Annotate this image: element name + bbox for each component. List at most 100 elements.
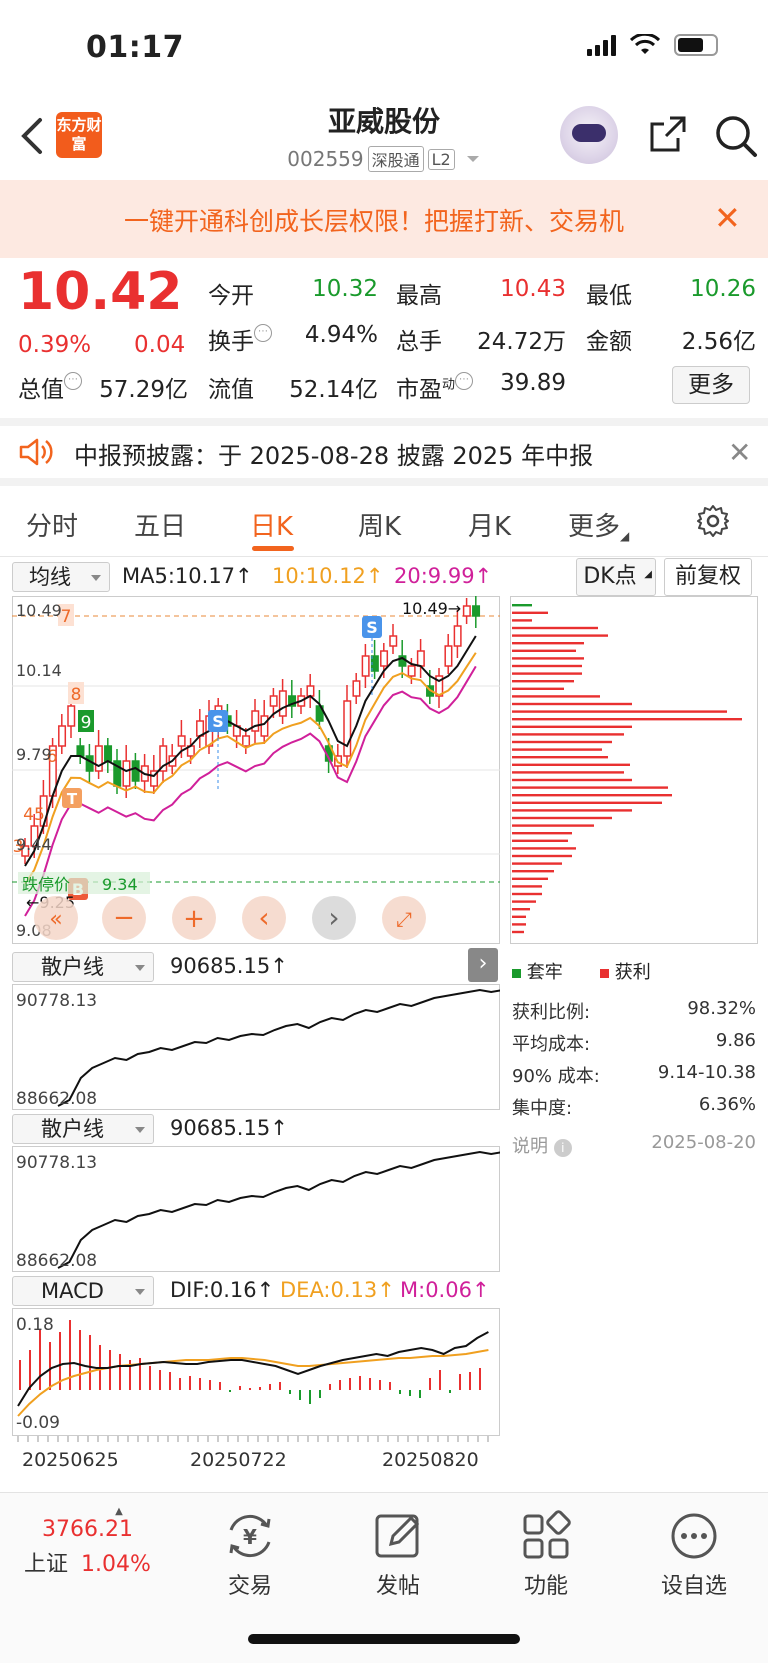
search-icon[interactable]: [714, 114, 758, 158]
info-icon[interactable]: ⋯: [455, 372, 474, 390]
nav-functions[interactable]: 功能: [496, 1510, 596, 1600]
stat-value: 6.36%: [698, 1094, 756, 1115]
chip-bar: [512, 634, 608, 637]
chip-bar: [512, 710, 727, 713]
nav-trade[interactable]: ¥ 交易: [200, 1510, 300, 1600]
info-icon[interactable]: ⋯: [254, 324, 272, 342]
chip-bar: [512, 642, 584, 645]
assistant-avatar[interactable]: [560, 106, 618, 164]
macd-dea: DEA:0.13↑: [280, 1278, 395, 1302]
chip-bar: [512, 900, 536, 903]
candle-body: [416, 650, 425, 667]
sell-signal-text: S: [212, 712, 224, 731]
value-float-cap: 52.14亿: [289, 377, 378, 403]
stat-value: 98.32%: [687, 998, 756, 1019]
tab-more[interactable]: 更多◢: [568, 506, 629, 543]
label-volume: 总手: [396, 329, 442, 355]
chip-legend-loss: 套牢: [512, 958, 563, 984]
indicator-dropdown-retail-1[interactable]: 散户线: [12, 952, 154, 982]
chip-bar: [512, 892, 542, 896]
chip-bar: [512, 763, 630, 766]
chip-bar: [512, 809, 632, 812]
stat-label: 平均成本:: [512, 1034, 591, 1055]
promo-text[interactable]: 一键开通科创成长层权限！把握打新、交易机: [124, 202, 684, 238]
promo-close-button[interactable]: ✕: [714, 202, 741, 234]
tab-daily-k[interactable]: 日K: [250, 506, 293, 543]
info-icon[interactable]: ⋯: [64, 372, 82, 390]
candle-body: [370, 655, 379, 672]
chip-bar: [512, 718, 742, 721]
y-label: 10.49: [16, 601, 62, 620]
stat-label: 获利比例:: [512, 1002, 591, 1023]
svg-text:+: +: [183, 904, 205, 934]
candle-body: [343, 700, 352, 757]
label-pe: 市盈动 ⋯: [396, 370, 474, 404]
label-market-cap: 总值 ⋯: [18, 370, 82, 404]
gear-icon[interactable]: [696, 504, 730, 538]
chip-bar: [512, 687, 564, 690]
chip-bar: [512, 771, 624, 774]
chip-bar: [512, 862, 562, 865]
expand-panel-button[interactable]: ›: [468, 948, 498, 982]
value-low: 10.26: [690, 276, 756, 302]
chip-bar: [512, 801, 662, 804]
dk-point-button[interactable]: DK点 ◢: [576, 558, 656, 596]
tab-intraday[interactable]: 分时: [26, 506, 78, 543]
tab-monthly-k[interactable]: 月K: [468, 506, 511, 543]
status-icons: [587, 34, 718, 56]
nav-post[interactable]: 发帖: [348, 1510, 448, 1600]
chip-bar: [512, 756, 608, 759]
retail-line-chart-1[interactable]: 90778.13 88662.08: [12, 984, 500, 1110]
candle-body: [453, 625, 462, 647]
info-icon: i: [553, 1139, 572, 1157]
indicator-dropdown-ma[interactable]: 均线: [12, 562, 110, 592]
label-open: 今开: [208, 283, 254, 309]
candle-body: [306, 685, 315, 697]
y-label: 88662.08: [16, 1089, 97, 1109]
chip-bar: [512, 854, 572, 858]
chip-bar: [512, 824, 594, 827]
chip-bar: [512, 680, 574, 683]
tab-weekly-k[interactable]: 周K: [358, 506, 401, 543]
value-open: 10.32: [312, 276, 378, 302]
chip-distribution-chart[interactable]: [510, 596, 758, 944]
retail-value-1: 90685.15↑: [170, 954, 288, 978]
grid-icon: [523, 1510, 571, 1559]
chip-bar: [512, 885, 542, 888]
notice-close-button[interactable]: ✕: [728, 436, 751, 469]
macd-chart[interactable]: 0.18 -0.09 20250625 20250722 20250820: [12, 1308, 500, 1488]
chip-bar: [512, 664, 582, 668]
notice-text[interactable]: 中报预披露：于 2025-08-28 披露 2025 年中报: [74, 436, 593, 471]
mark-7: 7: [61, 607, 72, 627]
t-signal-text: T: [67, 790, 78, 808]
exchange-tag: 深股通: [367, 146, 424, 172]
indicator-dropdown-retail-2[interactable]: 散户线: [12, 1114, 154, 1144]
candle-body: [67, 705, 76, 727]
signal-icon: [587, 34, 616, 56]
candle-body: [352, 680, 361, 697]
chip-bar: [512, 611, 548, 614]
tab-five-day[interactable]: 五日: [134, 506, 186, 543]
tab-active-indicator: [252, 546, 294, 551]
adjust-button[interactable]: 前复权: [664, 558, 752, 596]
retail-line-chart-2[interactable]: 90778.13 88662.08: [12, 1146, 500, 1272]
nav-add-watchlist[interactable]: 设自选: [644, 1510, 744, 1600]
chip-explain-link[interactable]: 说明 i: [512, 1132, 572, 1158]
more-button[interactable]: 更多: [672, 366, 750, 404]
share-icon[interactable]: [648, 114, 688, 154]
chip-bar: [512, 786, 668, 789]
index-widget[interactable]: ▲ 3766.21 上证 1.04%: [24, 1506, 174, 1578]
divider: [0, 556, 768, 557]
candle-body: [361, 655, 370, 677]
zoom-controls[interactable]: « − + ‹ › ⤢: [34, 896, 426, 940]
ma10-label: 10:10.12↑: [272, 564, 384, 588]
svg-text:¥: ¥: [243, 1525, 257, 1549]
kline-chart[interactable]: S S B T 7 8 9 6 45 3 10.49 10.14 9.79 9.…: [12, 596, 500, 944]
candle-body: [260, 715, 269, 737]
indicator-dropdown-macd[interactable]: MACD: [12, 1276, 154, 1306]
label-low: 最低: [586, 283, 632, 309]
label-high: 最高: [396, 283, 442, 309]
candle-body: [131, 760, 140, 782]
candle-body: [76, 745, 85, 757]
mark-9: 9: [81, 713, 92, 733]
